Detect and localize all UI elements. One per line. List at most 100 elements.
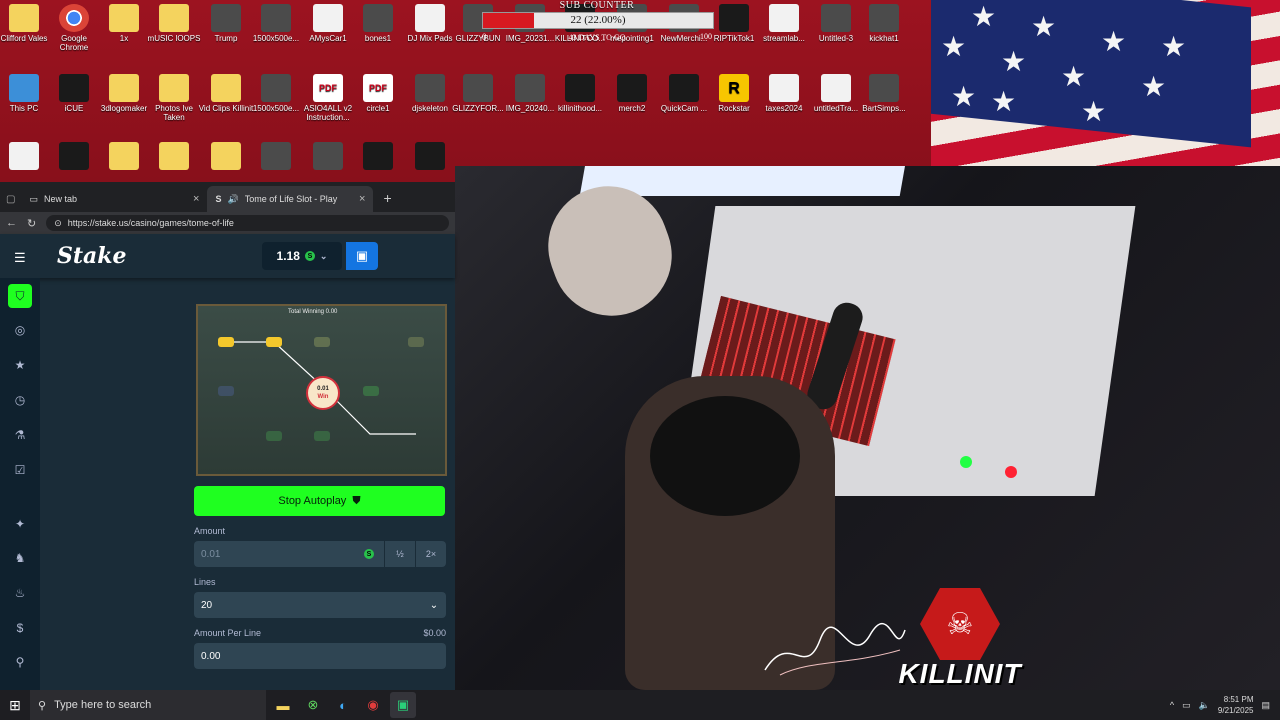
volume-icon[interactable]: 🔈 xyxy=(1199,700,1210,711)
amount-field[interactable]: 0.01 S ½ 2× xyxy=(194,541,446,567)
tools-icon[interactable]: ⚲ xyxy=(8,650,32,674)
desktop-icon-glyph-icon: R xyxy=(719,74,749,102)
desktop-icon-glyph-icon xyxy=(313,4,343,32)
desktop-icon[interactable]: Trump xyxy=(198,4,254,43)
reload-icon[interactable]: ↻ xyxy=(27,217,36,230)
desktop-icon-glyph-icon xyxy=(363,142,393,170)
network-icon[interactable]: ▭ xyxy=(1182,700,1191,711)
desktop-icon[interactable]: merch2 xyxy=(604,74,660,113)
balance-selector[interactable]: 1.18 S ⌄ xyxy=(262,242,342,270)
stake-originals-icon[interactable]: $ xyxy=(8,616,32,640)
windows-start-icon[interactable]: ⊞ xyxy=(0,697,30,714)
amount-input[interactable]: 0.01 xyxy=(194,549,364,560)
desktop-icon[interactable]: kickhat1 xyxy=(856,4,912,43)
lines-select[interactable]: 20 ⌄ xyxy=(194,592,446,618)
tab-actions-icon[interactable]: ▢ xyxy=(0,194,21,212)
challenges-icon[interactable]: ⚗ xyxy=(8,423,32,447)
table-games-icon[interactable]: ♞ xyxy=(8,546,32,570)
desktop-icon[interactable] xyxy=(248,142,304,172)
tab-tome-of-life[interactable]: S 🔊 Tome of Life Slot - Play Slot... × xyxy=(207,186,374,212)
desktop-icon-label: 1x xyxy=(119,34,129,43)
taskbar-clock[interactable]: 8:51 PM 9/21/2025 xyxy=(1218,694,1254,716)
wallet-icon: ▣ xyxy=(355,248,369,263)
desktop-icon-glyph-icon xyxy=(669,74,699,102)
menu-icon[interactable]: ☰ xyxy=(14,250,26,266)
speaker-icon[interactable]: 🔊 xyxy=(227,194,238,205)
notification-icon[interactable]: ▤ xyxy=(1261,700,1270,711)
desktop-icon[interactable] xyxy=(350,142,406,172)
desktop-icon[interactable]: IMG_20240... xyxy=(502,74,558,113)
close-tab-icon[interactable]: × xyxy=(359,193,365,205)
desktop-icon[interactable]: This PC xyxy=(0,74,52,113)
desktop-icon[interactable]: taxes2024 xyxy=(756,74,812,113)
address-bar[interactable]: ⊙ https://stake.us/casino/games/tome-of-… xyxy=(46,215,449,231)
stake-logo[interactable]: Stake xyxy=(57,243,127,269)
desktop-icon-glyph-icon xyxy=(159,4,189,32)
wallet-button[interactable]: ▣ xyxy=(346,242,378,270)
chevron-down-icon: ⌄ xyxy=(429,599,439,611)
star-icon[interactable]: ★ xyxy=(8,353,32,377)
sparkle-icon[interactable]: ✦ xyxy=(8,512,32,536)
desktop-icon[interactable]: 3dlogomaker xyxy=(96,74,152,113)
half-bet-button[interactable]: ½ xyxy=(384,541,415,567)
desktop-icon[interactable]: Clifford Vales xyxy=(0,4,52,43)
file-explorer-icon[interactable]: ▬ xyxy=(270,692,296,718)
desktop-icon[interactable] xyxy=(300,142,356,172)
xbox-icon[interactable]: ⊗ xyxy=(300,692,326,718)
desktop-icon[interactable] xyxy=(146,142,202,172)
back-arrow-icon[interactable]: ← xyxy=(6,217,17,229)
my-bets-icon[interactable]: ☑ xyxy=(8,458,32,482)
desktop-icon[interactable]: streamlab... xyxy=(756,4,812,43)
flag-star-icon: ★ xyxy=(1031,11,1057,42)
desktop-icon[interactable] xyxy=(96,142,152,172)
desktop-icon[interactable] xyxy=(0,142,52,172)
killinit-logo-text: KILLINIT xyxy=(898,658,1022,689)
desktop-icon[interactable]: 1500x500e... xyxy=(248,74,304,113)
new-tab-icon[interactable]: + xyxy=(373,190,401,212)
desktop-icon-label: killinithood... xyxy=(557,104,603,113)
desktop-icon[interactable]: GLIZZYFOR... xyxy=(450,74,506,113)
desktop-icon[interactable]: QuickCam ... xyxy=(656,74,712,113)
desktop-icon[interactable]: AMysCar1 xyxy=(300,4,356,43)
desktop-icon[interactable]: PDF circle1 xyxy=(350,74,406,113)
desktop-icon[interactable]: PDF ASIO4ALL v2 Instruction... xyxy=(300,74,356,122)
desktop-icon[interactable]: BartSimps... xyxy=(856,74,912,113)
double-bet-button[interactable]: 2× xyxy=(415,541,446,567)
desktop-icon[interactable]: bones1 xyxy=(350,4,406,43)
active-app-icon[interactable]: ▣ xyxy=(390,692,416,718)
desktop-icon[interactable]: R Rockstar xyxy=(706,74,762,113)
tab-new-tab[interactable]: ▭ New tab × xyxy=(21,186,207,212)
desktop-icon[interactable]: killinithood... xyxy=(552,74,608,113)
recent-clock-icon[interactable]: ◷ xyxy=(8,388,32,412)
cam-red-led xyxy=(1005,466,1017,478)
close-tab-icon[interactable]: × xyxy=(193,193,199,205)
desktop-icon[interactable]: mUSIC lOOPS xyxy=(146,4,202,43)
edge-icon[interactable]: ◐ xyxy=(330,692,356,718)
desktop-icon-glyph-icon xyxy=(59,74,89,102)
desktop-icon-glyph-icon xyxy=(159,74,189,102)
stop-autoplay-button[interactable]: Stop Autoplay ⛊ xyxy=(194,486,445,516)
desktop-icon[interactable]: Google Chrome xyxy=(46,4,102,52)
casino-chip-icon[interactable]: ◎ xyxy=(8,318,32,342)
desktop-icon-glyph-icon xyxy=(211,4,241,32)
desktop-icon-label: BartSimps... xyxy=(862,104,906,113)
desktop-icon[interactable]: 1500x500e... xyxy=(248,4,304,43)
desktop-icon[interactable] xyxy=(198,142,254,172)
obs-icon[interactable]: ◉ xyxy=(360,692,386,718)
flag-star-icon: ★ xyxy=(1061,61,1087,92)
desktop-icon[interactable] xyxy=(402,142,458,172)
fire-icon[interactable]: ♨ xyxy=(8,581,32,605)
desktop-icon-label: kickhat1 xyxy=(869,34,899,43)
desktop-icon[interactable]: RIPTikTok1 xyxy=(706,4,762,43)
site-info-icon[interactable]: ⊙ xyxy=(54,218,62,229)
tome-of-life-game-canvas[interactable]: Total Winning 0.00 0.01 Win xyxy=(196,304,447,476)
taskbar-search[interactable]: ⚲ Type here to search xyxy=(30,690,266,720)
flag-star-icon: ★ xyxy=(1001,46,1027,77)
chevron-up-icon[interactable]: ^ xyxy=(1170,700,1174,710)
shield-icon[interactable]: ⛉ xyxy=(8,284,32,308)
desktop-icon[interactable]: iCUE xyxy=(46,74,102,113)
desktop-icon[interactable] xyxy=(46,142,102,172)
desktop-icon[interactable]: Vid Clips Killinit xyxy=(198,74,254,113)
desktop-icon[interactable]: Photos Ive Taken xyxy=(146,74,202,122)
desktop-icon[interactable]: 1x xyxy=(96,4,152,43)
